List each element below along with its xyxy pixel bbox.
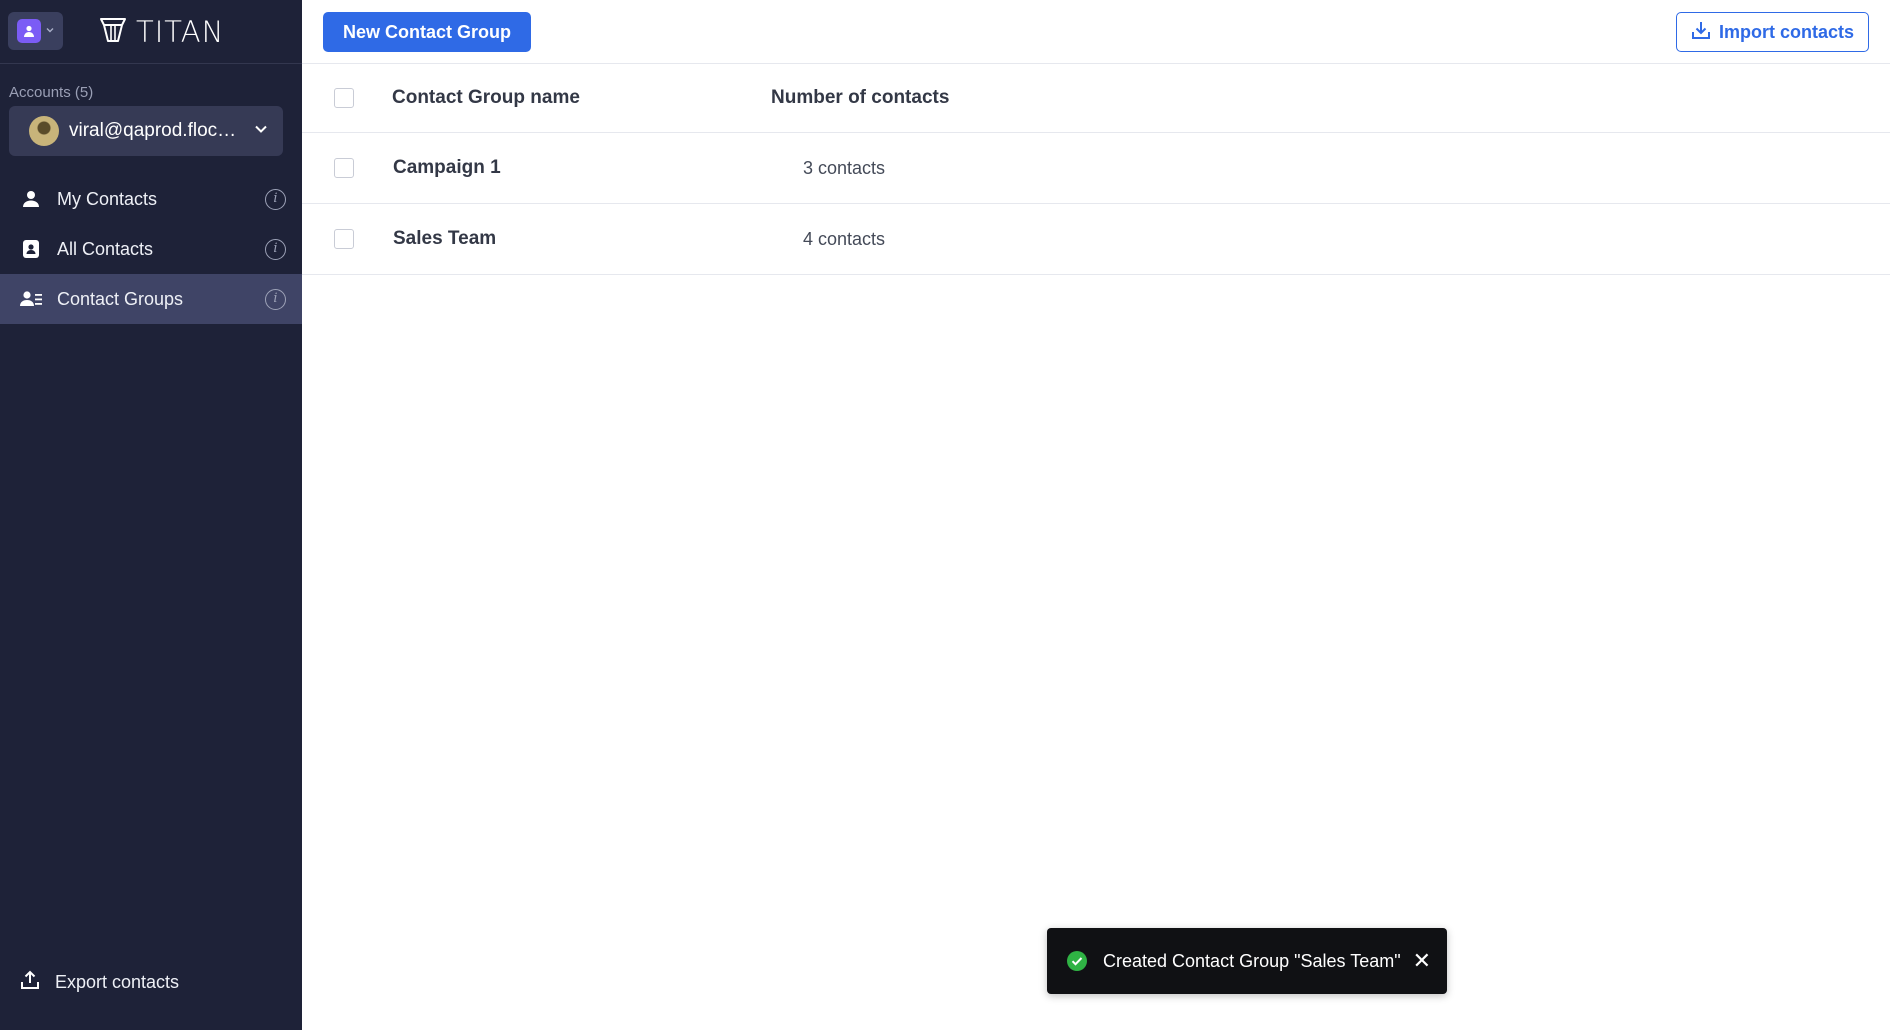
- upload-icon: [20, 970, 40, 995]
- import-contacts-label: Import contacts: [1718, 21, 1854, 42]
- account-email: viral@qaprod.flock.c...: [69, 120, 245, 141]
- group-contact-count: 4 contacts: [803, 228, 886, 249]
- success-toast: Created Contact Group "Sales Team" ✕: [1047, 928, 1447, 994]
- avatar: [29, 116, 59, 146]
- contact-groups-table: Contact Group name Number of contacts Ca…: [302, 64, 1890, 275]
- column-header-name[interactable]: Contact Group name: [392, 87, 771, 109]
- import-contacts-button[interactable]: Import contacts: [1675, 12, 1869, 52]
- row-checkbox[interactable]: [334, 158, 354, 178]
- group-name[interactable]: Campaign 1: [392, 157, 771, 179]
- sidebar-item-contact-groups[interactable]: Contact Groups i: [0, 274, 302, 324]
- sidebar-item-all-contacts[interactable]: All Contacts i: [0, 224, 302, 274]
- brand-logo: TITAN: [98, 14, 224, 49]
- export-contacts-button[interactable]: Export contacts: [20, 970, 179, 995]
- column-header-count[interactable]: Number of contacts: [771, 87, 1890, 109]
- contact-groups-icon: [20, 288, 42, 310]
- export-contacts-label: Export contacts: [55, 972, 180, 992]
- contacts-app-icon: [16, 19, 41, 43]
- group-contact-count: 3 contacts: [803, 157, 886, 178]
- account-selector[interactable]: viral@qaprod.flock.c...: [9, 106, 283, 156]
- titan-logo-icon: [98, 14, 128, 49]
- brand-name: TITAN: [136, 14, 225, 49]
- row-select-cell: [302, 158, 392, 178]
- accounts-label: Accounts (5): [9, 84, 94, 101]
- toolbar: New Contact Group Import contacts: [302, 0, 1890, 64]
- table-row[interactable]: Campaign 1 3 contacts: [302, 133, 1890, 204]
- download-icon: [1691, 20, 1711, 45]
- chevron-down-icon: [45, 22, 55, 40]
- sidebar-item-label: My Contacts: [57, 188, 158, 209]
- info-icon[interactable]: i: [265, 238, 286, 260]
- app-switcher-button[interactable]: [8, 12, 63, 50]
- success-check-icon: [1066, 950, 1088, 972]
- new-contact-group-button[interactable]: New Contact Group: [323, 12, 532, 52]
- row-checkbox[interactable]: [334, 229, 354, 249]
- sidebar-item-label: Contact Groups: [57, 288, 184, 309]
- user-icon: [20, 188, 42, 210]
- table-header: Contact Group name Number of contacts: [302, 64, 1890, 133]
- select-all-checkbox[interactable]: [334, 88, 354, 108]
- info-icon[interactable]: i: [265, 288, 286, 310]
- sidebar-nav: My Contacts i All Contacts i Contact Gro…: [0, 174, 302, 324]
- sidebar: TITAN Accounts (5) viral@qaprod.flock.c.…: [0, 0, 302, 1030]
- contact-book-icon: [20, 238, 42, 260]
- toast-message: Created Contact Group "Sales Team": [1103, 950, 1401, 971]
- group-name[interactable]: Sales Team: [392, 228, 771, 250]
- sidebar-item-label: All Contacts: [57, 238, 154, 259]
- info-icon[interactable]: i: [265, 188, 286, 210]
- chevron-down-icon: [253, 121, 269, 142]
- row-select-cell: [302, 229, 392, 249]
- table-row[interactable]: Sales Team 4 contacts: [302, 204, 1890, 275]
- brand-bar: TITAN: [0, 0, 302, 64]
- close-icon[interactable]: ✕: [1413, 950, 1431, 972]
- sidebar-item-my-contacts[interactable]: My Contacts i: [0, 174, 302, 224]
- main-content: New Contact Group Import contacts Contac…: [302, 0, 1890, 1030]
- select-all-cell: [302, 88, 392, 108]
